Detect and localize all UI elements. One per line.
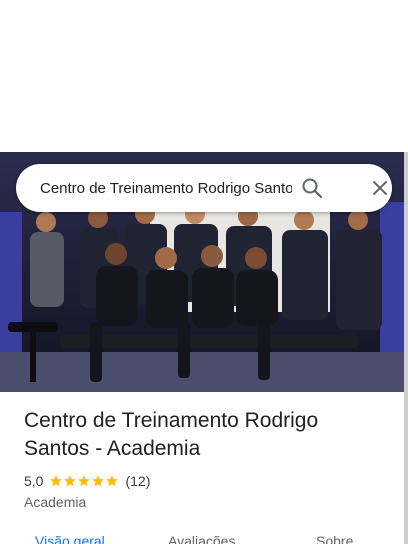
place-title: Centro de Treinamento Rodrigo Santos - A… [24, 409, 319, 460]
place-details-panel: Centro de Treinamento Rodrigo Santos - A… [0, 0, 408, 544]
tab-about[interactable]: Sobre [316, 533, 353, 544]
tab-bar: Visão geral Avaliações Sobre [0, 528, 404, 544]
star-rating [49, 474, 119, 488]
rating-row: 5,0 (12) [24, 472, 150, 490]
rating-value: 5,0 [24, 473, 44, 489]
star-icon [50, 475, 63, 487]
blank-area [0, 0, 408, 152]
scrollbar[interactable] [404, 152, 408, 544]
tab-overview[interactable]: Visão geral [35, 533, 105, 544]
place-category[interactable]: Academia [24, 493, 86, 511]
search-bar [16, 164, 392, 212]
star-icon [78, 475, 91, 487]
search-icon[interactable] [300, 176, 324, 200]
star-icon [92, 475, 105, 487]
star-icon [106, 475, 119, 487]
close-icon[interactable] [368, 176, 392, 200]
star-icon [64, 475, 77, 487]
tab-reviews[interactable]: Avaliações [168, 533, 235, 544]
search-input[interactable] [40, 164, 292, 212]
review-count[interactable]: (12) [125, 473, 150, 489]
